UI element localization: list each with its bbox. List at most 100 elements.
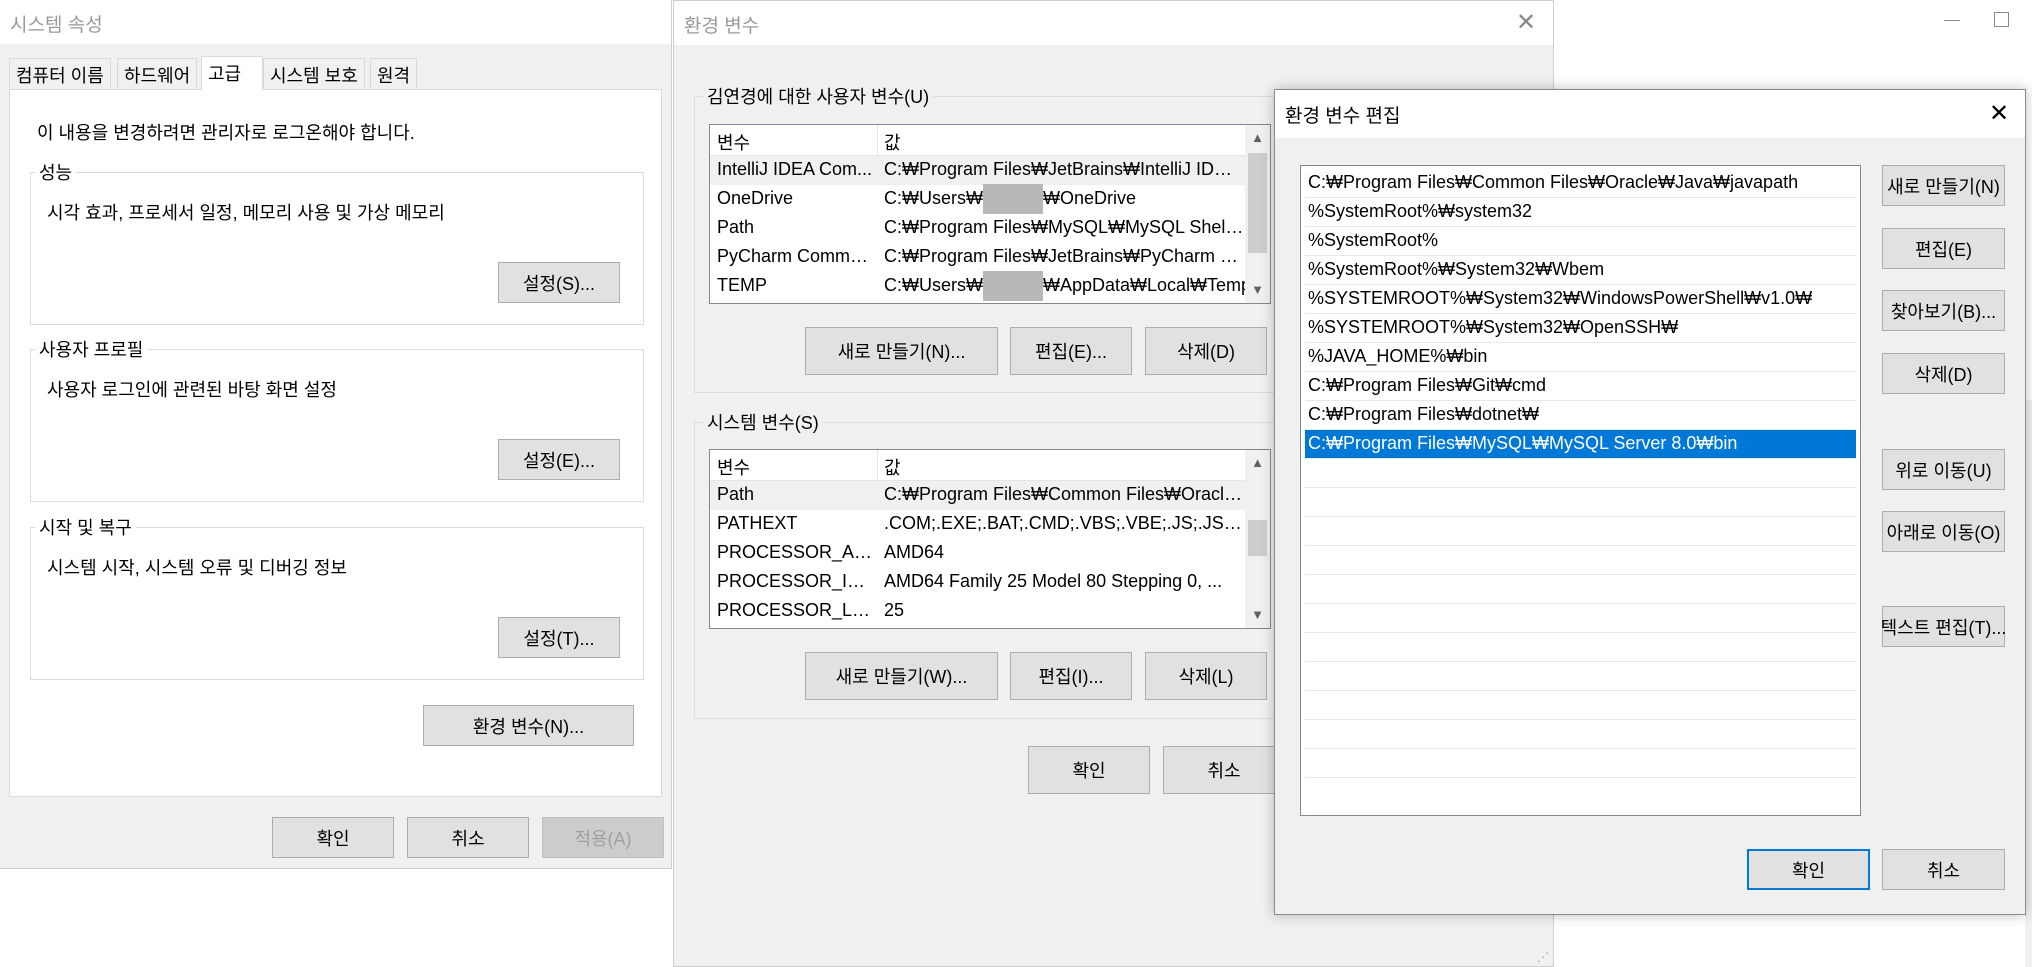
empty-list-row[interactable]	[1305, 662, 1856, 691]
list-item[interactable]: %SystemRoot%₩System32₩Wbem	[1305, 256, 1856, 285]
table-row[interactable]: TEMP C:₩Users₩ ₩AppData₩Local₩Temp	[710, 271, 1251, 302]
scroll-thumb[interactable]	[1248, 153, 1267, 253]
environment-variables-titlebar: 환경 변수 ✕	[674, 1, 1553, 45]
redacted-username	[982, 271, 1043, 302]
resize-grip-icon[interactable]: ⋰	[1537, 950, 1549, 964]
column-header-value[interactable]: 값	[884, 129, 901, 155]
column-header-variable[interactable]: 변수	[717, 129, 750, 155]
window-title: 환경 변수 편집	[1285, 106, 1401, 127]
tab-advanced[interactable]: 고급	[201, 56, 263, 90]
admin-note: 이 내용을 변경하려면 관리자로 로그온해야 합니다.	[37, 123, 415, 143]
user-profile-settings-button[interactable]: 설정(E)...	[498, 439, 620, 480]
empty-list-row[interactable]	[1305, 488, 1856, 517]
edit-environment-variable-titlebar: 환경 변수 편집 ✕	[1275, 90, 2025, 138]
delete-button[interactable]: 삭제(D)	[1882, 353, 2005, 394]
apply-button[interactable]: 적용(A)	[542, 817, 664, 858]
empty-list-row[interactable]	[1305, 691, 1856, 720]
user-variables-label: 김연경에 대한 사용자 변수(U)	[703, 83, 934, 109]
empty-list-row[interactable]	[1305, 575, 1856, 604]
window-title: 환경 변수	[684, 16, 760, 37]
list-item[interactable]: %SystemRoot%₩system32	[1305, 198, 1856, 227]
minimize-icon[interactable]	[1944, 20, 1960, 21]
list-header: 변수 값	[710, 450, 1247, 481]
ok-button[interactable]: 확인	[1747, 849, 1870, 890]
empty-list-row[interactable]	[1305, 633, 1856, 662]
empty-list-row[interactable]	[1305, 459, 1856, 488]
table-row[interactable]: Path C:₩Program Files₩MySQL₩MySQL Shell …	[710, 214, 1247, 243]
system-variables-list[interactable]: 변수 값 Path C:₩Program Files₩Common Files₩…	[709, 449, 1271, 629]
list-item[interactable]: %SYSTEMROOT%₩System32₩OpenSSH₩	[1305, 314, 1856, 343]
list-item[interactable]: C:₩Program Files₩Common Files₩Oracle₩Jav…	[1305, 169, 1856, 198]
table-row[interactable]: PROCESSOR_IDE... AMD64 Family 25 Model 8…	[710, 568, 1247, 597]
list-item[interactable]: %JAVA_HOME%₩bin	[1305, 343, 1856, 372]
edit-button[interactable]: 편집(E)	[1882, 228, 2005, 269]
user-list-scrollbar[interactable]: ▲ ▼	[1245, 125, 1270, 303]
performance-settings-button[interactable]: 설정(S)...	[498, 262, 620, 303]
table-row[interactable]: PROCESSOR_LEVEL 25	[710, 597, 1247, 626]
user-new-button[interactable]: 새로 만들기(N)...	[805, 327, 998, 375]
environment-variables-button[interactable]: 환경 변수(N)...	[423, 705, 634, 746]
table-row[interactable]: Path C:₩Program Files₩Common Files₩Oracl…	[710, 481, 1247, 510]
advanced-tab-panel: 이 내용을 변경하려면 관리자로 로그온해야 합니다. 성능 시각 효과, 프로…	[9, 89, 662, 797]
close-icon[interactable]: ✕	[1516, 11, 1536, 35]
path-entries-list[interactable]: C:₩Program Files₩Common Files₩Oracle₩Jav…	[1300, 165, 1861, 816]
table-row[interactable]: IntelliJ IDEA Com... C:₩Program Files₩Je…	[710, 156, 1247, 185]
scroll-thumb[interactable]	[1248, 520, 1267, 556]
move-down-button[interactable]: 아래로 이동(O)	[1882, 511, 2005, 552]
performance-label: 성능	[35, 159, 77, 185]
empty-list-row[interactable]	[1305, 720, 1856, 749]
startup-recovery-desc: 시스템 시작, 시스템 오류 및 디버깅 정보	[47, 558, 347, 578]
close-icon[interactable]: ✕	[1989, 102, 2009, 126]
browse-button[interactable]: 찾아보기(B)...	[1882, 290, 2005, 331]
table-row[interactable]: PATHEXT .COM;.EXE;.BAT;.CMD;.VBS;.VBE;.J…	[710, 510, 1247, 539]
background-window-controls	[1930, 8, 2032, 38]
new-button[interactable]: 새로 만들기(N)	[1882, 165, 2005, 206]
empty-list-row[interactable]	[1305, 778, 1856, 807]
tab-remote[interactable]: 원격	[370, 58, 418, 88]
system-list-scrollbar[interactable]: ▲ ▼	[1245, 450, 1270, 628]
empty-list-row[interactable]	[1305, 604, 1856, 633]
background-window-edge	[2025, 400, 2032, 967]
system-delete-button[interactable]: 삭제(L)	[1145, 652, 1267, 700]
move-up-button[interactable]: 위로 이동(U)	[1882, 449, 2005, 490]
edit-text-button[interactable]: 텍스트 편집(T)...	[1881, 606, 2006, 647]
system-edit-button[interactable]: 편집(I)...	[1010, 652, 1132, 700]
user-profile-desc: 사용자 로그인에 관련된 바탕 화면 설정	[47, 380, 337, 400]
list-item-selected[interactable]: C:₩Program Files₩MySQL₩MySQL Server 8.0₩…	[1305, 430, 1856, 459]
scroll-down-icon[interactable]: ▼	[1245, 279, 1270, 301]
cancel-button[interactable]: 취소	[407, 817, 529, 858]
maximize-icon[interactable]	[1994, 12, 2009, 27]
empty-list-row[interactable]	[1305, 546, 1856, 575]
tab-system-protection[interactable]: 시스템 보호	[263, 58, 365, 88]
column-header-value[interactable]: 값	[884, 454, 901, 480]
redacted-username	[982, 184, 1043, 215]
list-item[interactable]: C:₩Program Files₩dotnet₩	[1305, 401, 1856, 430]
empty-list-row[interactable]	[1305, 749, 1856, 778]
table-row[interactable]: PROCESSOR_ARC... AMD64	[710, 539, 1247, 568]
table-row[interactable]: PyCharm Commu... C:₩Program Files₩JetBra…	[710, 243, 1247, 272]
empty-list-row[interactable]	[1305, 517, 1856, 546]
user-delete-button[interactable]: 삭제(D)	[1145, 327, 1267, 375]
column-header-variable[interactable]: 변수	[717, 454, 750, 480]
list-item[interactable]: C:₩Program Files₩Git₩cmd	[1305, 372, 1856, 401]
performance-group: 성능 시각 효과, 프로세서 일정, 메모리 사용 및 가상 메모리 설정(S)…	[30, 159, 644, 325]
ok-button[interactable]: 확인	[272, 817, 394, 858]
startup-recovery-group: 시작 및 복구 시스템 시작, 시스템 오류 및 디버깅 정보 설정(T)...	[30, 514, 644, 680]
list-header: 변수 값	[710, 125, 1247, 156]
user-edit-button[interactable]: 편집(E)...	[1010, 327, 1132, 375]
list-item[interactable]: %SystemRoot%	[1305, 227, 1856, 256]
cancel-button[interactable]: 취소	[1882, 849, 2005, 890]
ok-button[interactable]: 확인	[1028, 746, 1150, 794]
scroll-down-icon[interactable]: ▼	[1245, 604, 1270, 626]
system-new-button[interactable]: 새로 만들기(W)...	[805, 652, 998, 700]
table-row[interactable]: OneDrive C:₩Users₩ ₩OneDrive	[710, 184, 1247, 215]
tab-computer-name[interactable]: 컴퓨터 이름	[9, 58, 111, 88]
system-variables-label: 시스템 변수(S)	[703, 409, 823, 435]
scroll-up-icon[interactable]: ▲	[1245, 452, 1270, 474]
user-variables-list[interactable]: 변수 값 IntelliJ IDEA Com... C:₩Program Fil…	[709, 124, 1271, 304]
list-item[interactable]: %SYSTEMROOT%₩System32₩WindowsPowerShell₩…	[1305, 285, 1856, 314]
tab-hardware[interactable]: 하드웨어	[117, 58, 198, 88]
scroll-up-icon[interactable]: ▲	[1245, 127, 1270, 149]
startup-recovery-settings-button[interactable]: 설정(T)...	[498, 617, 620, 658]
cancel-button[interactable]: 취소	[1163, 746, 1285, 794]
